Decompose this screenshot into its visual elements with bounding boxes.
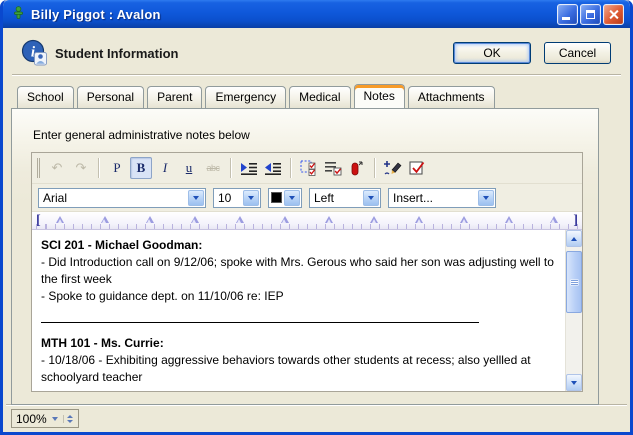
cancel-button[interactable]: Cancel (544, 42, 611, 64)
notes-instruction-label: Enter general administrative notes below (33, 128, 250, 142)
tab-attachments[interactable]: Attachments (408, 86, 495, 108)
toolbar-separator (290, 158, 292, 178)
close-button[interactable] (603, 4, 624, 25)
note-heading: MTH 101 - Ms. Currie: (41, 335, 559, 352)
titlebar: Billy Piggot : Avalon (3, 0, 630, 28)
underline-button[interactable]: u (178, 157, 200, 179)
scrollbar-thumb[interactable] (566, 251, 582, 313)
note-line: - 10/18/06 - Exhibiting aggressive behav… (41, 352, 559, 386)
chevron-down-icon[interactable] (478, 190, 494, 206)
header-separator (12, 74, 621, 76)
redo-icon[interactable]: ↷ (70, 157, 92, 179)
font-family-value: Arial (43, 191, 67, 205)
close-icon (608, 9, 619, 20)
add-note-icon[interactable] (382, 157, 404, 179)
maximize-button[interactable] (580, 4, 601, 25)
tab-notes[interactable]: Notes (354, 84, 405, 108)
alignment-value: Left (314, 191, 334, 205)
ok-button[interactable]: OK (453, 42, 531, 64)
insert-select[interactable]: Insert... (388, 188, 496, 208)
italic-button[interactable]: I (154, 157, 176, 179)
note-divider (41, 322, 479, 323)
chevron-down-icon (52, 417, 58, 421)
scrollbar-track[interactable] (566, 313, 582, 374)
alignment-select[interactable]: Left (309, 188, 381, 208)
spellcheck-icon[interactable] (406, 157, 428, 179)
student-information-icon: i (21, 39, 48, 66)
chevron-up-icon (571, 237, 577, 241)
font-family-select[interactable]: Arial (38, 188, 206, 208)
ruler[interactable]: [ ] (32, 212, 582, 230)
notes-editor: ↶ ↷ P B I u abc (31, 152, 583, 392)
ruler-markers (56, 216, 558, 223)
tab-personal[interactable]: Personal (77, 86, 144, 108)
font-size-value: 10 (218, 191, 231, 205)
maximize-icon (586, 10, 595, 19)
chevron-up-icon (67, 415, 73, 418)
note-heading: SCI 201 - Michael Goodman: (41, 237, 559, 254)
zoom-dropdown-button[interactable] (50, 417, 60, 421)
toolbar-grip-handle[interactable] (37, 158, 40, 178)
tab-school[interactable]: School (17, 86, 74, 108)
toolbar-separator (374, 158, 376, 178)
strikethrough-button[interactable]: abc (202, 157, 224, 179)
chevron-down-icon[interactable] (284, 190, 300, 206)
window-title: Billy Piggot : Avalon (31, 7, 557, 22)
scroll-down-button[interactable] (566, 374, 582, 391)
outdent-icon[interactable] (262, 157, 284, 179)
app-icon (11, 6, 26, 22)
checkbox-selection-icon[interactable] (298, 157, 320, 179)
undo-icon[interactable]: ↶ (46, 157, 68, 179)
chevron-down-icon (67, 420, 73, 423)
left-margin-marker[interactable]: [ (36, 213, 41, 229)
tab-medical[interactable]: Medical (289, 86, 350, 108)
insert-value: Insert... (393, 191, 433, 205)
zoom-spinner[interactable] (63, 415, 76, 423)
toolbar-separator (230, 158, 232, 178)
chevron-down-icon (571, 381, 577, 385)
toolbar-separator (98, 158, 100, 178)
right-margin-marker[interactable]: ] (573, 213, 578, 229)
font-size-select[interactable]: 10 (213, 188, 261, 208)
chevron-down-icon[interactable] (188, 190, 204, 206)
font-toolbar: Arial 10 Left Insert... (32, 184, 582, 212)
bold-button[interactable]: B (130, 157, 152, 179)
font-color-select[interactable] (268, 188, 302, 208)
color-swatch (271, 192, 282, 203)
page-title: Student Information (55, 46, 179, 61)
tab-parent[interactable]: Parent (147, 86, 202, 108)
indent-icon[interactable] (238, 157, 260, 179)
chevron-down-icon[interactable] (363, 190, 379, 206)
tab-strip: School Personal Parent Emergency Medical… (17, 86, 495, 108)
minimize-icon (562, 17, 570, 20)
note-line: - Did Introduction call on 9/12/06; spok… (41, 254, 559, 288)
chevron-down-icon[interactable] (243, 190, 259, 206)
checklist-icon[interactable] (322, 157, 344, 179)
notes-textarea[interactable]: SCI 201 - Michael Goodman: - Did Introdu… (32, 230, 582, 391)
dialog-window: Billy Piggot : Avalon i Student Informat… (0, 0, 633, 435)
note-line: - Spoke to guidance dept. on 11/10/06 re… (41, 288, 559, 305)
vertical-scrollbar[interactable] (565, 230, 582, 391)
record-marker-icon[interactable] (346, 157, 368, 179)
tab-emergency[interactable]: Emergency (205, 86, 286, 108)
formatting-toolbar: ↶ ↷ P B I u abc (32, 153, 582, 184)
minimize-button[interactable] (557, 4, 578, 25)
zoom-control[interactable]: 100% (11, 409, 79, 428)
plain-style-button[interactable]: P (106, 157, 128, 179)
scroll-up-button[interactable] (566, 230, 582, 247)
zoom-value: 100% (16, 412, 47, 426)
note-content[interactable]: SCI 201 - Michael Goodman: - Did Introdu… (32, 230, 565, 391)
